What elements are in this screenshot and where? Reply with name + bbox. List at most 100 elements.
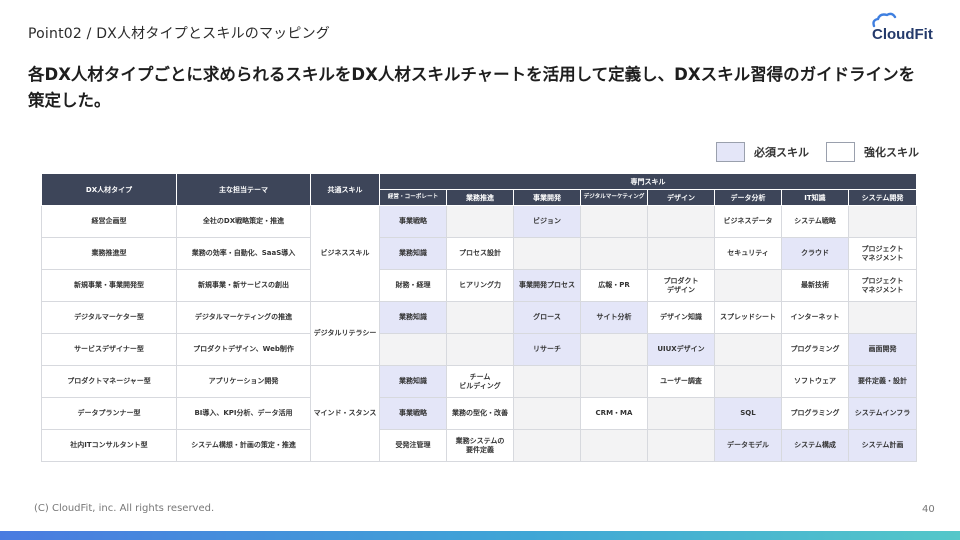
table-row: サービスデザイナー型 プロダクトデザイン、Web制作 リサーチ UIUXデザイン プログ…: [41, 333, 917, 366]
skill-cell: 業務知識: [379, 365, 447, 398]
theme-cell: アプリケーション開発: [176, 365, 311, 398]
table-row: 経営企画型 全社のDX戦略策定・推進 ビジネススキル 事業戦略 ビジョン ビジネスデータシ…: [41, 205, 917, 302]
dx-type-cell: 業務推進型: [41, 237, 177, 270]
slide-header-title: Point02 / DX人材タイプとスキルのマッピング: [28, 26, 330, 42]
skill-cell: UIUXデザイン: [647, 333, 715, 366]
skill-cell: [647, 397, 715, 430]
dx-type-cell: 社内ITコンサルタント型: [41, 429, 177, 462]
skill-cell: ヒアリング力: [446, 269, 514, 302]
legend-enhanced-label: 強化スキル: [864, 146, 919, 159]
legend-enhanced: 強化スキル: [826, 141, 919, 163]
legend-required-swatch: [716, 142, 745, 162]
skill-cell: 画面開発: [848, 333, 917, 366]
subheader-0: 経営・コーポレート: [379, 189, 447, 206]
skill-cell: [848, 301, 917, 334]
theme-cell: 業務の効率・自動化、SaaS導入: [176, 237, 311, 270]
subheader-3: デジタルマーケティング: [580, 189, 648, 206]
skill-cell: [446, 205, 514, 238]
skill-cell: [513, 429, 581, 462]
subheader-1: 業務推進: [446, 189, 514, 206]
skill-cell: ビジネスデータ: [714, 205, 782, 238]
theme-cell: プロダクトデザイン、Web制作: [176, 333, 311, 366]
skill-cell: [714, 269, 782, 302]
skill-cell: 業務システムの 要件定義: [446, 429, 514, 462]
skill-cell: [647, 429, 715, 462]
skill-cell: [580, 429, 648, 462]
theme-cell: 新規事業・新サービスの創出: [176, 269, 311, 302]
logo-text: CloudFit: [872, 26, 933, 43]
skill-cell: [580, 365, 648, 398]
skill-cell: [714, 365, 782, 398]
skill-cell: プロジェクト マネジメント: [848, 269, 917, 302]
skill-cell: チーム ビルディング: [446, 365, 514, 398]
cloudfit-logo: CloudFit: [868, 12, 940, 46]
skill-cell: 業務知識: [379, 237, 447, 270]
header-dx-type: DX人材タイプ: [41, 173, 177, 206]
skill-cell: 広報・PR: [580, 269, 648, 302]
skill-cell: グロース: [513, 301, 581, 334]
skill-cell: 事業戦略: [379, 397, 447, 430]
skill-cell: セキュリティ: [714, 237, 782, 270]
skill-cell: インターネット: [781, 301, 849, 334]
skill-cell: [513, 365, 581, 398]
common-skill-cell: デジタルリテラシー: [310, 301, 380, 366]
skill-cell: [714, 333, 782, 366]
dx-type-cell: データプランナー型: [41, 397, 177, 430]
skill-cell: SQL: [714, 397, 782, 430]
skill-cell: [647, 237, 715, 270]
common-skill-cell: ビジネススキル: [310, 205, 380, 302]
table-row: プロダクトマネージャー型 アプリケーション開発 マインド・スタンス 業務知識 チーム ビ…: [41, 365, 917, 462]
skill-cell: [446, 301, 514, 334]
skill-cell: [580, 205, 648, 238]
skill-cell: システムインフラ: [848, 397, 917, 430]
skill-cell: プロセス設計: [446, 237, 514, 270]
skill-cell: プロダクト デザイン: [647, 269, 715, 302]
header-specialized-skill: 専門スキル: [379, 173, 917, 190]
skill-cell: 業務の型化・改善: [446, 397, 514, 430]
skill-cell: ソフトウェア: [781, 365, 849, 398]
skill-cell: CRM・MA: [580, 397, 648, 430]
theme-cell: 全社のDX戦略策定・推進: [176, 205, 311, 238]
header-common-skill: 共通スキル: [310, 173, 380, 206]
skill-cell: 要件定義・設計: [848, 365, 917, 398]
skill-cell: システム計画: [848, 429, 917, 462]
skill-cell: デザイン知識: [647, 301, 715, 334]
page-number: 40: [922, 504, 935, 515]
skill-cell: サイト分析: [580, 301, 648, 334]
table-row: デジタルマーケター型 デジタルマーケティングの推進 デジタルリテラシー 業務知識 グロー…: [41, 301, 917, 366]
skill-cell: [647, 205, 715, 238]
dx-type-cell: プロダクトマネージャー型: [41, 365, 177, 398]
skill-cell: プログラミング: [781, 397, 849, 430]
theme-cell: システム構想・計画の策定・推進: [176, 429, 311, 462]
skill-cell: システム戦略: [781, 205, 849, 238]
skill-cell: 財務・経理: [379, 269, 447, 302]
theme-cell: デジタルマーケティングの推進: [176, 301, 311, 334]
skill-cell: [848, 205, 917, 238]
dx-type-cell: 経営企画型: [41, 205, 177, 238]
skill-cell: 業務知識: [379, 301, 447, 334]
subheader-4: デザイン: [647, 189, 715, 206]
legend-required-label: 必須スキル: [754, 146, 809, 159]
table-row: データプランナー型 BI導入、KPI分析、データ活用 事業戦略 業務の型化・改善 CRM…: [41, 397, 917, 430]
subheader-5: データ分析: [714, 189, 782, 206]
legend-enhanced-swatch: [826, 142, 855, 162]
skill-cell: [513, 237, 581, 270]
skill-cell: データモデル: [714, 429, 782, 462]
skill-cell: 最新技術: [781, 269, 849, 302]
skill-cell: プログラミング: [781, 333, 849, 366]
subheader-6: IT知識: [781, 189, 849, 206]
skill-cell: [580, 333, 648, 366]
skill-cell: システム構成: [781, 429, 849, 462]
skill-cell: [446, 333, 514, 366]
skill-cell: リサーチ: [513, 333, 581, 366]
legend-required: 必須スキル: [716, 141, 809, 163]
footer-gradient-bar: [0, 531, 960, 540]
skill-cell: スプレッドシート: [714, 301, 782, 334]
slide-headline: 各DX人材タイプごとに求められるスキルをDX人材スキルチャートを活用して定義し、…: [28, 65, 916, 110]
skill-cell: ビジョン: [513, 205, 581, 238]
skill-cell: 受発注管理: [379, 429, 447, 462]
skill-cell: 事業戦略: [379, 205, 447, 238]
table-row: 業務推進型 業務の効率・自動化、SaaS導入 業務知識 プロセス設計 セキュリティ クラウ…: [41, 237, 917, 270]
header-main-theme: 主な担当テーマ: [176, 173, 311, 206]
dx-type-cell: サービスデザイナー型: [41, 333, 177, 366]
